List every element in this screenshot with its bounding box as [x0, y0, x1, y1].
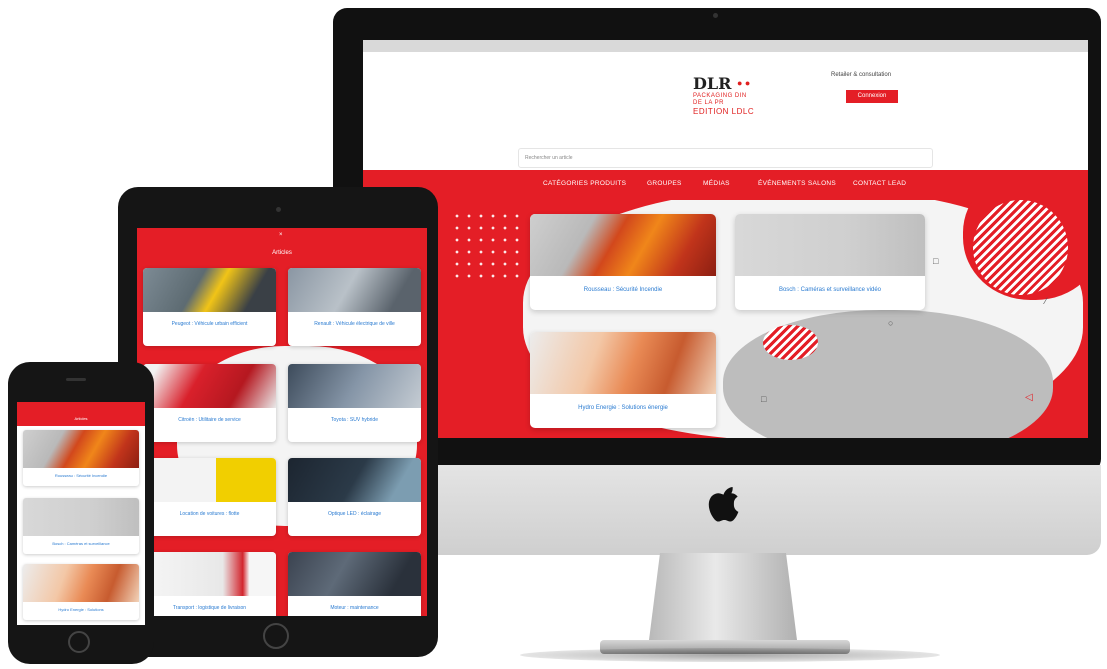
article-card[interactable]: Bosch : Caméras et surveillance vidéo: [735, 214, 925, 310]
nav-item-evenements[interactable]: ÉVÉNEMENTS SALONS: [758, 180, 836, 187]
logo-dots-icon: ● ●: [737, 78, 751, 88]
browser-topbar: [363, 40, 1088, 52]
phone-header: Articles: [17, 402, 145, 426]
site-header: DLR ● ● PACKAGING DIN DE LA PR EDITION L…: [363, 52, 1088, 170]
article-title[interactable]: Peugeot : Véhicule urbain efficient: [143, 312, 276, 327]
article-card[interactable]: Bosch : Caméras et surveillance: [23, 498, 139, 554]
article-card[interactable]: Optique LED : éclairage: [288, 458, 421, 536]
apple-logo-icon: [708, 487, 739, 522]
article-title[interactable]: Hydro Energie : Solutions: [23, 602, 139, 612]
tablet-website: × Articles Peugeot : Véhicule urbain eff…: [137, 228, 427, 616]
imac-stand: [648, 553, 798, 648]
article-image: [23, 564, 139, 602]
brand-line-2: DE LA PR: [693, 100, 725, 106]
article-title[interactable]: Rousseau : Sécurité Incendie: [23, 468, 139, 478]
phone-speaker: [66, 378, 86, 381]
article-image: [288, 552, 421, 596]
article-title[interactable]: Location de voitures : flotte: [143, 502, 276, 517]
article-image: [143, 268, 276, 312]
close-icon[interactable]: ×: [279, 232, 283, 238]
article-image: [735, 214, 925, 276]
article-title[interactable]: Optique LED : éclairage: [288, 502, 421, 517]
brand-line-3: EDITION LDLC: [693, 107, 755, 116]
imac-camera: [713, 13, 718, 18]
stripe-circle: [973, 200, 1068, 295]
article-card[interactable]: Hydro Energie : Solutions: [23, 564, 139, 620]
article-card[interactable]: Hydro Energie : Solutions énergie: [530, 332, 716, 428]
tablet-home-button[interactable]: [263, 623, 289, 649]
phone-home-button[interactable]: [68, 631, 90, 653]
article-image: [143, 364, 276, 408]
square-icon: □: [761, 394, 767, 404]
nav-item-categories[interactable]: CATÉGORIES PRODUITS: [543, 180, 626, 187]
article-image: [23, 498, 139, 536]
article-card[interactable]: Location de voitures : flotte: [143, 458, 276, 536]
article-title[interactable]: Bosch : Caméras et surveillance vidéo: [735, 276, 925, 293]
article-image: [143, 458, 276, 502]
article-image: [530, 214, 716, 276]
dot-pattern: [451, 210, 521, 280]
square-icon: □: [933, 256, 939, 266]
phone-title: Articles: [74, 416, 88, 421]
login-button[interactable]: Connexion: [846, 90, 898, 103]
article-card[interactable]: Rousseau : Sécurité Incendie: [530, 214, 716, 310]
brand-line-1: PACKAGING DIN: [693, 93, 747, 99]
slash-icon: ⁄: [1045, 296, 1047, 306]
speaker-icon[interactable]: ◁: [1025, 392, 1033, 403]
stand-shadow: [520, 648, 940, 662]
article-card[interactable]: Rousseau : Sécurité Incendie: [23, 430, 139, 486]
article-title[interactable]: Toyota : SUV hybride: [288, 408, 421, 423]
article-title[interactable]: Rousseau : Sécurité Incendie: [530, 276, 716, 293]
article-card[interactable]: Renault : Véhicule électrique de ville: [288, 268, 421, 346]
brand-logo[interactable]: DLR ● ● PACKAGING DIN DE LA PR EDITION L…: [693, 74, 783, 134]
hero-section: Rousseau : Sécurité Incendie Bosch : Cam…: [363, 200, 1088, 438]
stripe-circle-small: [763, 325, 818, 360]
search-input[interactable]: Rechercher un article: [518, 148, 933, 168]
article-image: [23, 430, 139, 468]
article-title[interactable]: Hydro Energie : Solutions énergie: [530, 394, 716, 411]
nav-item-contact[interactable]: CONTACT LEAD: [853, 180, 906, 187]
article-card[interactable]: Toyota : SUV hybride: [288, 364, 421, 442]
article-image: [530, 332, 716, 394]
account-label: Retailer & consultation: [831, 72, 892, 78]
article-card[interactable]: Transport : logistique de livraison: [143, 552, 276, 616]
article-image: [288, 268, 421, 312]
article-image: [288, 364, 421, 408]
tablet-header: × Articles: [137, 228, 427, 266]
phone-website: Articles Rousseau : Sécurité Incendie Bo…: [17, 402, 145, 625]
circle-icon: ○: [888, 318, 894, 328]
tablet-title: Articles: [272, 250, 292, 256]
article-image: [143, 552, 276, 596]
article-title[interactable]: Bosch : Caméras et surveillance: [23, 536, 139, 546]
tablet-camera: [276, 207, 281, 212]
nav-item-groupes[interactable]: GROUPES: [647, 180, 682, 187]
nav-item-medias[interactable]: MÉDIAS: [703, 180, 730, 187]
article-title[interactable]: Citroën : Utilitaire de service: [143, 408, 276, 423]
device-mockup-scene: DLR ● ● PACKAGING DIN DE LA PR EDITION L…: [0, 0, 1107, 669]
article-card[interactable]: Citroën : Utilitaire de service: [143, 364, 276, 442]
main-nav: CATÉGORIES PRODUITS GROUPES MÉDIAS ÉVÉNE…: [363, 170, 1088, 200]
article-title[interactable]: Renault : Véhicule électrique de ville: [288, 312, 421, 327]
article-card[interactable]: Peugeot : Véhicule urbain efficient: [143, 268, 276, 346]
desktop-website: DLR ● ● PACKAGING DIN DE LA PR EDITION L…: [363, 40, 1088, 438]
article-image: [288, 458, 421, 502]
article-title[interactable]: Transport : logistique de livraison: [143, 596, 276, 611]
article-card[interactable]: Moteur : maintenance: [288, 552, 421, 616]
article-title[interactable]: Moteur : maintenance: [288, 596, 421, 611]
